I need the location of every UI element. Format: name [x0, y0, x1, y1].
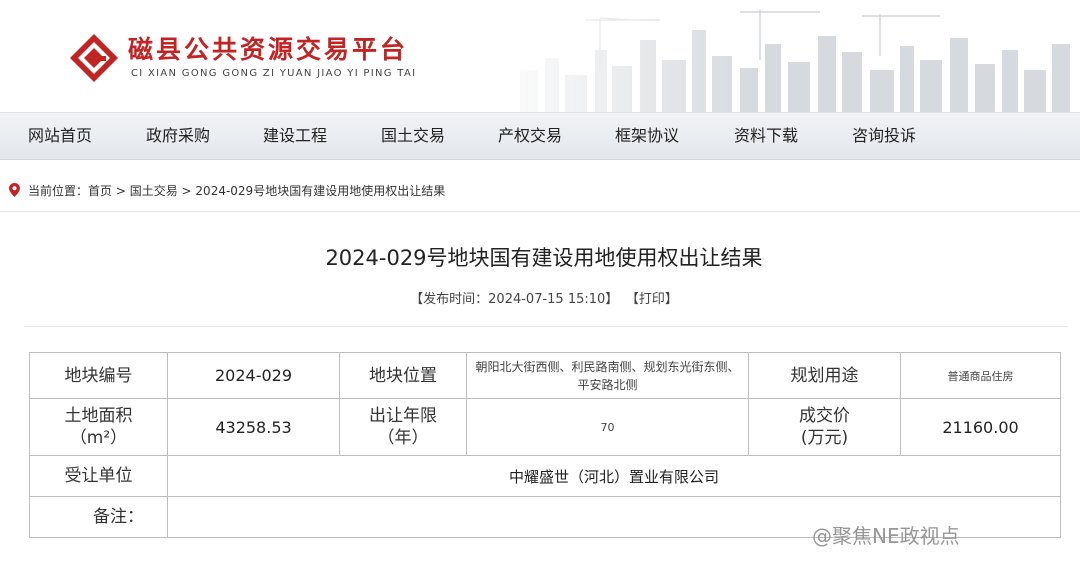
nav-item-home[interactable]: 网站首页 — [28, 113, 92, 159]
buyer-value: 中耀盛世（河北）置业有限公司 — [167, 455, 1061, 497]
nav-item-property[interactable]: 产权交易 — [498, 113, 562, 159]
nav-item-land[interactable]: 国土交易 — [381, 113, 445, 159]
nav-item-complaints[interactable]: 咨询投诉 — [852, 113, 916, 159]
location-label: 地块位置 — [339, 352, 467, 399]
site-header: 磁县公共资源交易平台 CI XIAN GONG GONG ZI YUAN JIA… — [0, 0, 1080, 112]
price-label: 成交价 (万元) — [748, 398, 901, 456]
result-table: 地块编号 2024-029 地块位置 朝阳北大街西侧、利民路南侧、规划东光街东侧… — [29, 352, 1061, 538]
area-label: 土地面积 （m²） — [29, 398, 168, 456]
nav-item-procurement[interactable]: 政府采购 — [146, 113, 210, 159]
area-label-line2: （m²） — [69, 428, 128, 448]
buyer-label: 受让单位 — [29, 455, 168, 497]
location-value: 朝阳北大街西侧、利民路南侧、规划东光街东侧、平安路北侧 — [466, 352, 749, 399]
term-value: 70 — [466, 398, 749, 456]
breadcrumb-prefix: 当前位置： — [28, 184, 89, 198]
table-row: 受让单位 中耀盛世（河北）置业有限公司 — [29, 455, 1061, 497]
publish-time: 【发布时间：2024-07-15 15:10】 — [410, 292, 619, 307]
nav-item-construction[interactable]: 建设工程 — [263, 113, 327, 159]
area-value: 43258.53 — [167, 398, 340, 456]
logo-mark-icon[interactable] — [68, 32, 120, 84]
use-value: 普通商品住房 — [900, 352, 1061, 399]
table-row: 土地面积 （m²） 43258.53 出让年限 （年） 70 成交价 (万元) 211… — [29, 398, 1061, 456]
site-title: 磁县公共资源交易平台 — [128, 35, 409, 64]
price-label-line2: (万元) — [800, 428, 849, 448]
table-row: 地块编号 2024-029 地块位置 朝阳北大街西侧、利民路南侧、规划东光街东侧… — [29, 352, 1061, 399]
parcel-no-label: 地块编号 — [29, 352, 168, 399]
watermark: @聚焦NE政视点 — [812, 524, 960, 548]
breadcrumb-section-link[interactable]: 国土交易 — [130, 184, 178, 198]
remark-label: 备注： — [29, 496, 168, 538]
divider — [24, 326, 1068, 327]
page-title: 2024-029号地块国有建设用地使用权出让结果 — [325, 246, 763, 270]
term-label: 出让年限 （年） — [339, 398, 467, 456]
location-pin-icon — [9, 183, 20, 197]
breadcrumb-separator: > — [112, 184, 130, 198]
breadcrumb-current: 2024-029号地块国有建设用地使用权出让结果 — [195, 184, 446, 198]
price-label-line1: 成交价 — [799, 406, 850, 426]
nav-item-framework[interactable]: 框架协议 — [615, 113, 679, 159]
parcel-no-value: 2024-029 — [167, 352, 340, 399]
term-label-line2: （年） — [377, 428, 429, 448]
nav-item-downloads[interactable]: 资料下载 — [734, 113, 798, 159]
use-label: 规划用途 — [748, 352, 901, 399]
breadcrumb: 当前位置：首页 > 国土交易 > 2024-029号地块国有建设用地使用权出让结… — [0, 171, 1080, 212]
breadcrumb-home-link[interactable]: 首页 — [88, 184, 112, 198]
article-meta: 【发布时间：2024-07-15 15:10】 【打印】 — [0, 288, 1080, 307]
term-label-line1: 出让年限 — [369, 406, 437, 426]
site-subtitle: CI XIAN GONG GONG ZI YUAN JIAO YI PING T… — [131, 68, 417, 79]
price-value: 21160.00 — [900, 398, 1061, 456]
breadcrumb-separator: > — [177, 184, 196, 198]
main-nav: 网站首页 政府采购 建设工程 国土交易 产权交易 框架协议 资料下载 咨询投诉 — [0, 112, 1080, 160]
area-label-line1: 土地面积 — [64, 406, 133, 426]
print-link[interactable]: 【打印】 — [632, 292, 678, 307]
